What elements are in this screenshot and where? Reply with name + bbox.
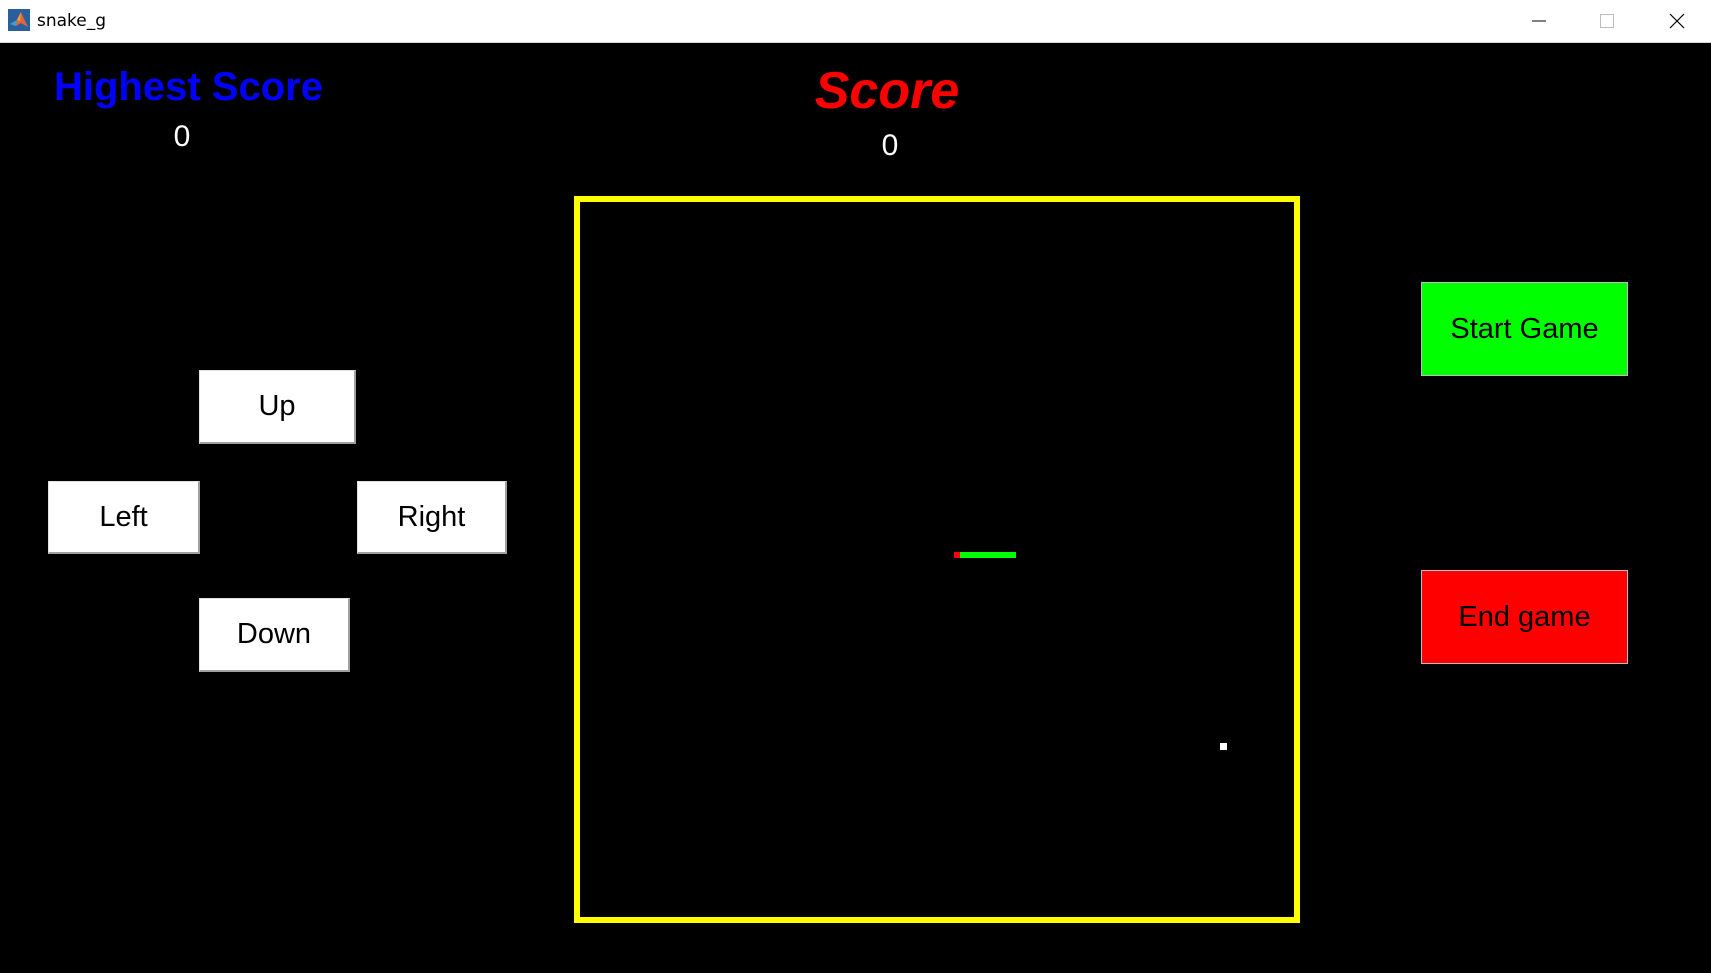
score-value: 0 xyxy=(881,129,899,162)
end-game-button[interactable]: End game xyxy=(1421,570,1628,664)
close-button[interactable] xyxy=(1642,0,1711,42)
maximize-icon xyxy=(1599,14,1614,28)
maximize-button[interactable] xyxy=(1572,0,1641,42)
up-button[interactable]: Up xyxy=(199,370,356,444)
highest-score-value: 0 xyxy=(173,120,191,153)
window-title: snake_g xyxy=(37,11,107,31)
down-button[interactable]: Down xyxy=(199,598,350,672)
snake-head xyxy=(954,552,960,558)
game-window: Highest Score 0 Score 0 Up Left Right Do… xyxy=(0,43,1711,973)
left-button[interactable]: Left xyxy=(48,481,200,554)
game-arena xyxy=(574,196,1300,923)
snake-body xyxy=(960,552,1016,558)
right-button[interactable]: Right xyxy=(357,481,507,554)
minimize-icon xyxy=(1531,20,1546,22)
minimize-button[interactable] xyxy=(1504,0,1573,42)
score-label: Score xyxy=(814,62,960,120)
close-icon xyxy=(1669,13,1684,29)
matlab-icon xyxy=(8,9,30,31)
highest-score-label: Highest Score xyxy=(54,65,323,109)
title-bar: snake_g xyxy=(0,0,1711,43)
start-game-button[interactable]: Start Game xyxy=(1421,282,1628,376)
food-pellet xyxy=(1220,743,1227,750)
